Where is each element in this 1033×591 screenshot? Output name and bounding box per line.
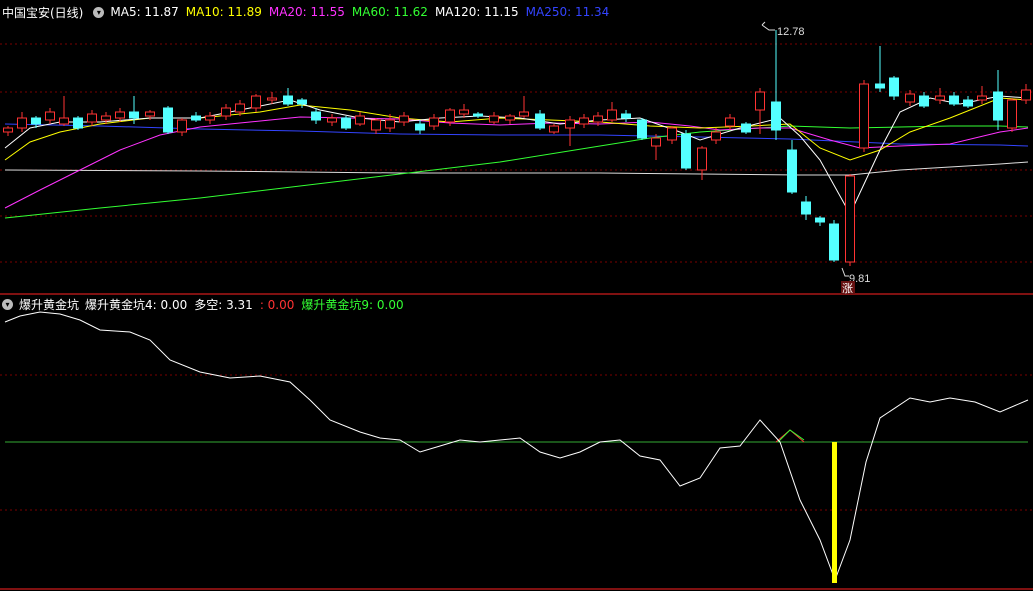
candle-body (1021, 89, 1031, 101)
candle-body (579, 117, 589, 125)
ma10-line (4, 97, 1029, 161)
candle-body (163, 107, 173, 133)
ma120-line (4, 161, 1029, 176)
candle-body (145, 111, 155, 117)
high-price-label: 12.78 (777, 26, 805, 38)
candle-body (235, 103, 245, 113)
candle-body (593, 115, 603, 123)
candle-body (801, 201, 811, 215)
candle-body (741, 123, 751, 133)
candle-body (399, 115, 409, 123)
candle-body (815, 217, 825, 223)
candle-body (191, 115, 201, 121)
candle-body (535, 113, 545, 129)
candle-body (919, 95, 929, 107)
candle-body (787, 149, 797, 193)
candle-body (355, 115, 365, 125)
candle-body (297, 99, 307, 105)
candle-body (889, 77, 899, 97)
candle-body (327, 117, 337, 123)
candle-body (771, 101, 781, 131)
candlesticks (3, 30, 1031, 266)
candle-body (415, 123, 425, 131)
candle-body (459, 109, 469, 115)
candle-body (385, 119, 395, 129)
candle-body (607, 109, 617, 121)
candle-body (17, 117, 27, 129)
candle-body (549, 125, 559, 133)
candle-body (177, 119, 187, 133)
candle-body (115, 111, 125, 119)
indicator-line (4, 311, 1029, 582)
candle-body (697, 147, 707, 171)
candle-body (311, 111, 321, 121)
candle-body (935, 95, 945, 101)
candle-body (725, 117, 735, 127)
candle-body (875, 83, 885, 89)
ma60-line (4, 125, 1029, 219)
candle-body (637, 119, 647, 139)
candle-body (45, 111, 55, 121)
candle-body (519, 111, 529, 117)
candle-body (621, 113, 631, 119)
candle-body (445, 109, 455, 123)
candle-body (565, 119, 575, 129)
signal-bar (832, 442, 837, 583)
candle-body (429, 117, 439, 127)
candle-body (859, 83, 869, 149)
candle-body (755, 91, 765, 111)
candle-body (651, 137, 661, 147)
high-marker (761, 21, 775, 31)
candle-body (905, 93, 915, 103)
candle-body (251, 95, 261, 109)
candle-body (667, 127, 677, 141)
indicator-green-bump (777, 429, 805, 443)
candle-body (963, 99, 973, 107)
low-marker (841, 267, 849, 277)
candle-body (371, 119, 381, 131)
candle-body (473, 113, 483, 117)
candle-body (949, 95, 959, 105)
candle-body (993, 91, 1003, 121)
candle-body (283, 95, 293, 105)
candle-body (101, 115, 111, 121)
candle-body (87, 113, 97, 123)
ma5-line (4, 95, 1029, 216)
candle-body (205, 115, 215, 121)
candle-body (59, 117, 69, 125)
candle-body (845, 175, 855, 263)
candle-body (829, 223, 839, 261)
candle-body (31, 117, 41, 125)
candle-body (1007, 99, 1017, 129)
candle-body (681, 133, 691, 169)
candle-body (3, 127, 13, 133)
candle-body (221, 107, 231, 117)
candle-body (73, 117, 83, 129)
stock-chart[interactable]: 12.78 9.81 涨 (0, 0, 1033, 591)
zhang-label: 涨 (842, 282, 853, 295)
candle-body (341, 117, 351, 129)
candle-body (489, 115, 499, 123)
candle-body (267, 97, 277, 101)
candle-body (505, 115, 515, 121)
candle-body (977, 95, 987, 101)
candle-body (129, 111, 139, 119)
candle-body (711, 131, 721, 141)
